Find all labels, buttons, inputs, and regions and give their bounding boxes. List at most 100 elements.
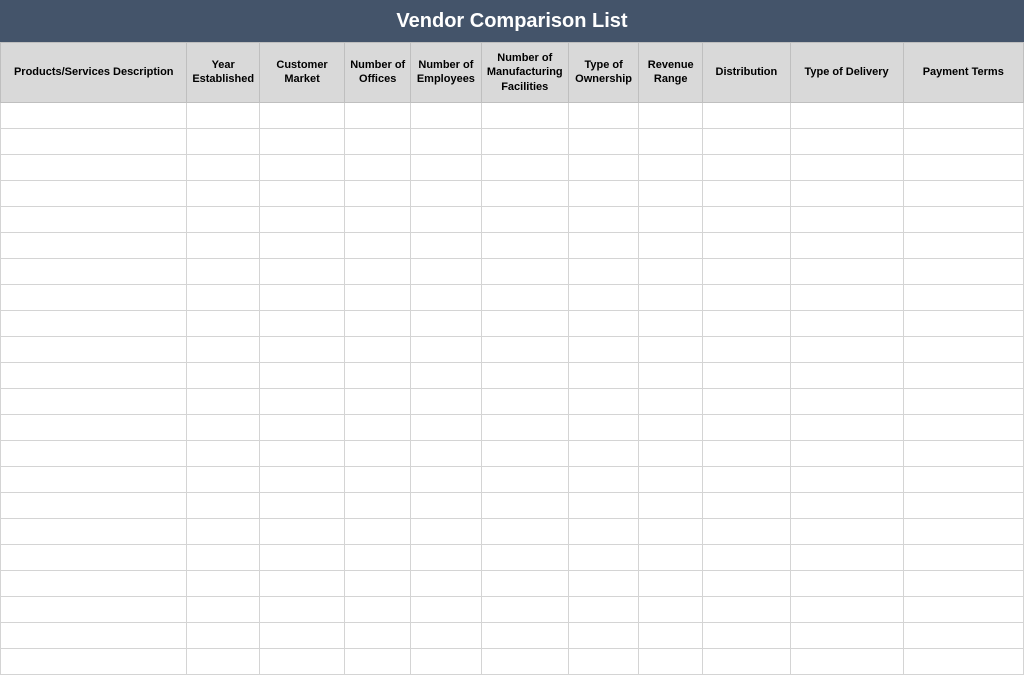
table-cell[interactable]	[703, 414, 790, 440]
table-cell[interactable]	[790, 336, 903, 362]
table-cell[interactable]	[187, 388, 259, 414]
col-header-payment[interactable]: Payment Terms	[903, 43, 1023, 103]
table-cell[interactable]	[411, 128, 481, 154]
table-cell[interactable]	[639, 440, 703, 466]
table-cell[interactable]	[568, 570, 638, 596]
col-header-revenue[interactable]: Revenue Range	[639, 43, 703, 103]
table-cell[interactable]	[259, 440, 344, 466]
table-cell[interactable]	[481, 388, 568, 414]
table-cell[interactable]	[481, 466, 568, 492]
table-cell[interactable]	[481, 570, 568, 596]
table-cell[interactable]	[187, 570, 259, 596]
table-cell[interactable]	[187, 128, 259, 154]
table-cell[interactable]	[703, 440, 790, 466]
table-cell[interactable]	[345, 648, 411, 674]
table-cell[interactable]	[903, 388, 1023, 414]
table-cell[interactable]	[639, 310, 703, 336]
table-cell[interactable]	[568, 518, 638, 544]
table-cell[interactable]	[790, 414, 903, 440]
table-cell[interactable]	[639, 570, 703, 596]
table-cell[interactable]	[411, 570, 481, 596]
table-cell[interactable]	[790, 128, 903, 154]
table-cell[interactable]	[259, 102, 344, 128]
table-cell[interactable]	[903, 336, 1023, 362]
table-cell[interactable]	[345, 310, 411, 336]
table-cell[interactable]	[187, 518, 259, 544]
table-cell[interactable]	[903, 232, 1023, 258]
table-cell[interactable]	[481, 102, 568, 128]
table-cell[interactable]	[790, 622, 903, 648]
table-cell[interactable]	[345, 492, 411, 518]
table-cell[interactable]	[259, 570, 344, 596]
table-cell[interactable]	[345, 284, 411, 310]
table-cell[interactable]	[1, 336, 187, 362]
table-cell[interactable]	[1, 518, 187, 544]
table-cell[interactable]	[411, 180, 481, 206]
table-cell[interactable]	[259, 648, 344, 674]
table-cell[interactable]	[568, 492, 638, 518]
col-header-mfg[interactable]: Number of Manufacturing Facilities	[481, 43, 568, 103]
table-cell[interactable]	[411, 414, 481, 440]
table-cell[interactable]	[639, 206, 703, 232]
table-cell[interactable]	[639, 414, 703, 440]
table-cell[interactable]	[568, 180, 638, 206]
table-cell[interactable]	[639, 154, 703, 180]
table-cell[interactable]	[1, 570, 187, 596]
table-cell[interactable]	[903, 648, 1023, 674]
table-cell[interactable]	[790, 258, 903, 284]
table-cell[interactable]	[703, 570, 790, 596]
table-cell[interactable]	[790, 154, 903, 180]
table-cell[interactable]	[481, 284, 568, 310]
table-cell[interactable]	[481, 622, 568, 648]
table-cell[interactable]	[568, 414, 638, 440]
table-cell[interactable]	[345, 258, 411, 284]
table-cell[interactable]	[411, 206, 481, 232]
table-cell[interactable]	[259, 596, 344, 622]
table-cell[interactable]	[639, 232, 703, 258]
table-cell[interactable]	[481, 154, 568, 180]
table-cell[interactable]	[568, 362, 638, 388]
table-cell[interactable]	[903, 440, 1023, 466]
col-header-market[interactable]: Customer Market	[259, 43, 344, 103]
table-cell[interactable]	[187, 206, 259, 232]
table-cell[interactable]	[903, 284, 1023, 310]
table-cell[interactable]	[568, 310, 638, 336]
table-cell[interactable]	[1, 310, 187, 336]
table-cell[interactable]	[187, 284, 259, 310]
table-cell[interactable]	[1, 154, 187, 180]
table-cell[interactable]	[187, 232, 259, 258]
table-cell[interactable]	[345, 362, 411, 388]
table-cell[interactable]	[903, 362, 1023, 388]
table-cell[interactable]	[345, 232, 411, 258]
table-cell[interactable]	[345, 206, 411, 232]
table-cell[interactable]	[345, 336, 411, 362]
table-cell[interactable]	[345, 414, 411, 440]
table-cell[interactable]	[411, 154, 481, 180]
col-header-distribution[interactable]: Distribution	[703, 43, 790, 103]
table-cell[interactable]	[1, 284, 187, 310]
table-cell[interactable]	[1, 648, 187, 674]
col-header-ownership[interactable]: Type of Ownership	[568, 43, 638, 103]
table-cell[interactable]	[1, 180, 187, 206]
table-cell[interactable]	[639, 102, 703, 128]
table-cell[interactable]	[568, 388, 638, 414]
table-cell[interactable]	[903, 154, 1023, 180]
table-cell[interactable]	[345, 544, 411, 570]
table-cell[interactable]	[790, 206, 903, 232]
table-cell[interactable]	[411, 388, 481, 414]
table-cell[interactable]	[259, 232, 344, 258]
table-cell[interactable]	[703, 102, 790, 128]
table-cell[interactable]	[259, 362, 344, 388]
table-cell[interactable]	[568, 336, 638, 362]
table-cell[interactable]	[639, 518, 703, 544]
table-cell[interactable]	[703, 492, 790, 518]
table-cell[interactable]	[481, 180, 568, 206]
col-header-delivery[interactable]: Type of Delivery	[790, 43, 903, 103]
table-cell[interactable]	[187, 102, 259, 128]
table-cell[interactable]	[1, 388, 187, 414]
table-cell[interactable]	[703, 336, 790, 362]
table-cell[interactable]	[790, 310, 903, 336]
table-cell[interactable]	[481, 544, 568, 570]
table-cell[interactable]	[568, 154, 638, 180]
table-cell[interactable]	[903, 596, 1023, 622]
